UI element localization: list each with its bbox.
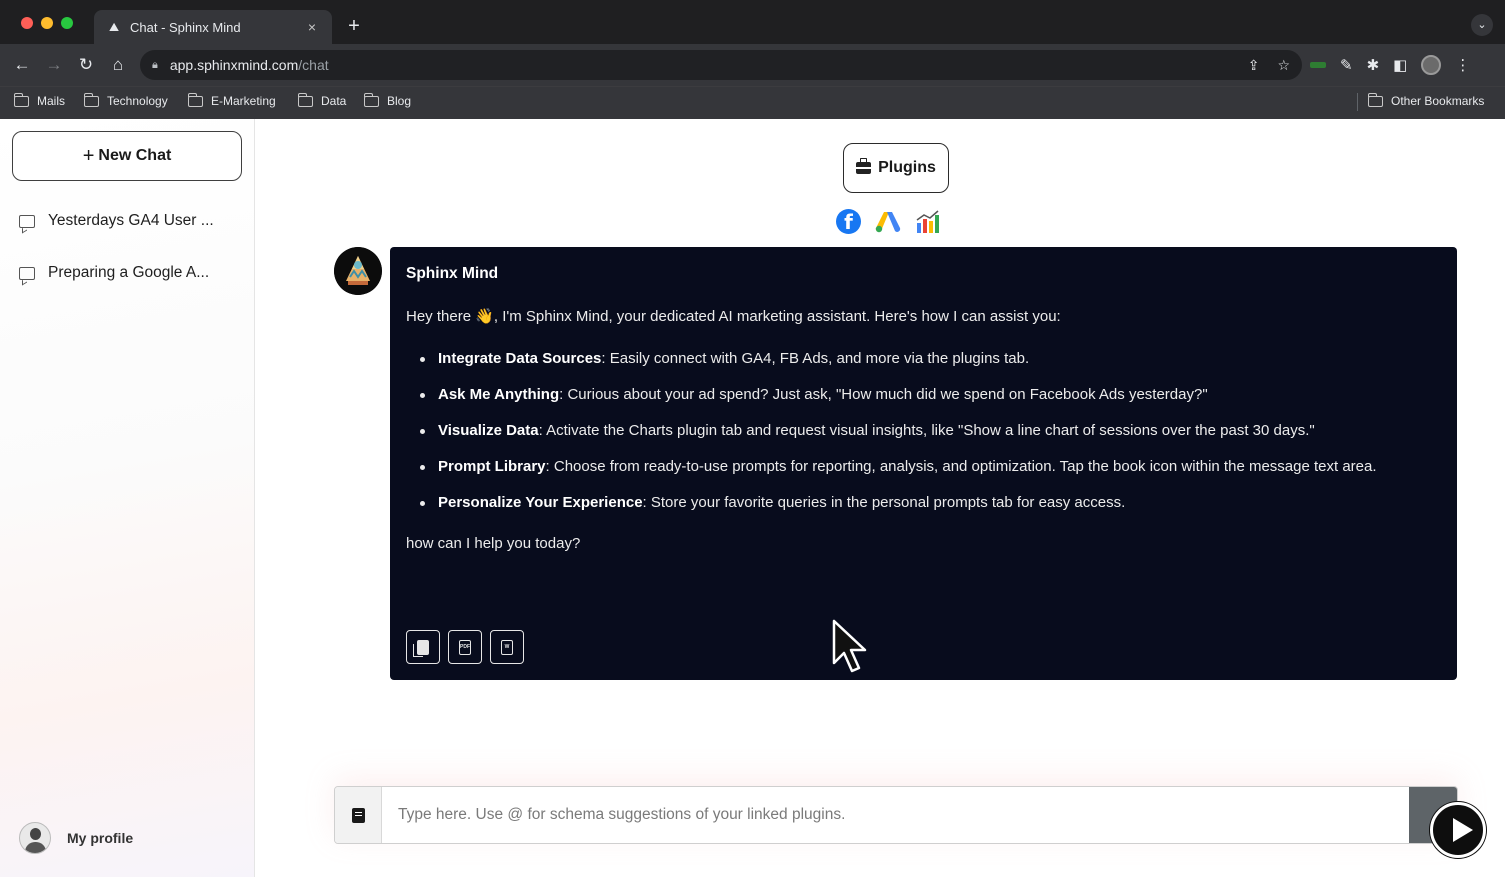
bookmark-mails[interactable]: Mails [13,92,65,108]
conversation-title: Yesterdays GA4 User ... [48,212,214,229]
close-tab-icon[interactable]: × [304,19,320,35]
message-intro: Hey there 👋, I'm Sphinx Mind, your dedic… [406,308,1061,325]
bookmarks-bar: Mails Technology E-Marketing Data Blog O… [0,86,1505,119]
back-arrow-icon[interactable]: ← [11,54,33,76]
browser-profile-avatar[interactable] [1421,55,1442,75]
book-icon [351,807,365,823]
message-outro: how can I help you today? [406,535,581,552]
folder-icon [13,92,29,107]
home-icon[interactable]: ⌂ [107,54,129,76]
conversation-title: Preparing a Google A... [48,264,210,281]
chat-main: Plugins f Sphinx Mind Hey there 👋, I'm S… [256,119,1505,877]
browser-toolbar: ← → ↻ ⌂ 🔒︎ app.sphinxmind.com/chat ⇪ ☆ ✎… [0,44,1505,86]
list-item: Prompt Library: Choose from ready-to-use… [420,453,1441,481]
message-composer [334,786,1458,844]
share-icon[interactable]: ⇪ [1248,57,1260,74]
bookmarks-divider [1357,93,1358,111]
list-item: Ask Me Anything: Curious about your ad s… [420,381,1441,409]
tab-search-chevron-icon[interactable]: ⌄ [1471,14,1493,36]
message-input[interactable] [382,787,1409,843]
maximize-window-button[interactable] [61,17,73,29]
sidebar: + New Chat Yesterdays GA4 User ... Prepa… [0,119,255,877]
address-bar[interactable]: 🔒︎ app.sphinxmind.com/chat ⇪ ☆ [140,50,1302,80]
word-doc-icon: W [501,639,513,655]
mouse-pointer-icon [832,619,867,673]
export-pdf-button[interactable]: PDF [448,630,482,664]
bookmark-e-marketing[interactable]: E-Marketing [187,92,276,108]
folder-icon [363,92,379,107]
extensions-bar: ✎ ✱ ◧ ⋮ [1310,54,1470,76]
bookmark-other-bookmarks[interactable]: Other Bookmarks [1367,92,1484,108]
capabilities-list: Integrate Data Sources: Easily connect w… [406,345,1441,517]
pen-extension-icon[interactable]: ✎ [1340,56,1353,74]
conversation-item[interactable]: Yesterdays GA4 User ... [19,205,244,237]
google-ads-icon[interactable] [875,209,901,235]
message-actions: PDF W [406,630,524,664]
url-host: app.sphinxmind.com [169,57,299,73]
plugins-label: Plugins [878,159,936,176]
copy-button[interactable] [406,630,440,664]
charts-icon[interactable] [915,209,941,235]
new-chat-button[interactable]: + New Chat [12,131,242,181]
sphinx-mind-avatar [334,247,382,295]
browser-menu-icon[interactable]: ⋮ [1455,56,1470,74]
green-extension-icon[interactable] [1310,62,1326,68]
facebook-icon[interactable]: f [836,209,861,234]
folder-icon [1367,92,1383,107]
bookmark-star-icon[interactable]: ☆ [1277,57,1290,74]
tab-strip: ⛰ Chat - Sphinx Mind × + ⌄ [0,0,1505,44]
conversation-item[interactable]: Preparing a Google A... [19,257,244,289]
plugins-button[interactable]: Plugins [843,143,949,193]
list-item: Integrate Data Sources: Easily connect w… [420,345,1441,373]
bookmark-blog[interactable]: Blog [363,92,411,108]
tab-title: Chat - Sphinx Mind [130,19,241,35]
chat-bubble-icon [19,266,35,280]
folder-icon [83,92,99,107]
briefcase-icon [856,158,872,174]
prompt-library-button[interactable] [335,787,382,843]
puzzle-extensions-icon[interactable]: ✱ [1367,56,1380,74]
bookmark-technology[interactable]: Technology [83,92,168,108]
profile-avatar [19,822,51,854]
sphinx-favicon-icon: ⛰ [108,20,120,34]
message-sender: Sphinx Mind [406,265,499,282]
pdf-icon: PDF [459,639,471,655]
reload-icon[interactable]: ↻ [75,54,97,76]
assistant-message: Sphinx Mind Hey there 👋, I'm Sphinx Mind… [390,247,1457,680]
folder-icon [187,92,203,107]
browser-tab[interactable]: ⛰ Chat - Sphinx Mind × [94,10,332,44]
my-profile-link[interactable]: My profile [19,822,133,854]
new-chat-label: New Chat [98,147,172,164]
profile-label: My profile [67,830,134,846]
bookmark-data[interactable]: Data [297,92,346,108]
plus-icon: + [82,144,95,167]
side-panel-icon[interactable]: ◧ [1393,56,1407,74]
lock-icon: 🔒︎ [152,58,158,71]
minimize-window-button[interactable] [41,17,53,29]
play-video-button[interactable] [1430,802,1486,858]
folder-icon [297,92,313,107]
browser-chrome: ⛰ Chat - Sphinx Mind × + ⌄ ← → ↻ ⌂ 🔒︎ ap… [0,0,1505,119]
linked-plugins: f [836,209,946,235]
new-tab-button[interactable]: + [343,15,365,37]
list-item: Personalize Your Experience: Store your … [420,489,1441,517]
forward-arrow-icon[interactable]: → [43,54,65,76]
url-path: /chat [298,57,329,73]
close-window-button[interactable] [21,17,33,29]
export-word-button[interactable]: W [490,630,524,664]
chat-bubble-icon [19,214,35,228]
list-item: Visualize Data: Activate the Charts plug… [420,417,1441,445]
copy-icon [413,639,429,657]
